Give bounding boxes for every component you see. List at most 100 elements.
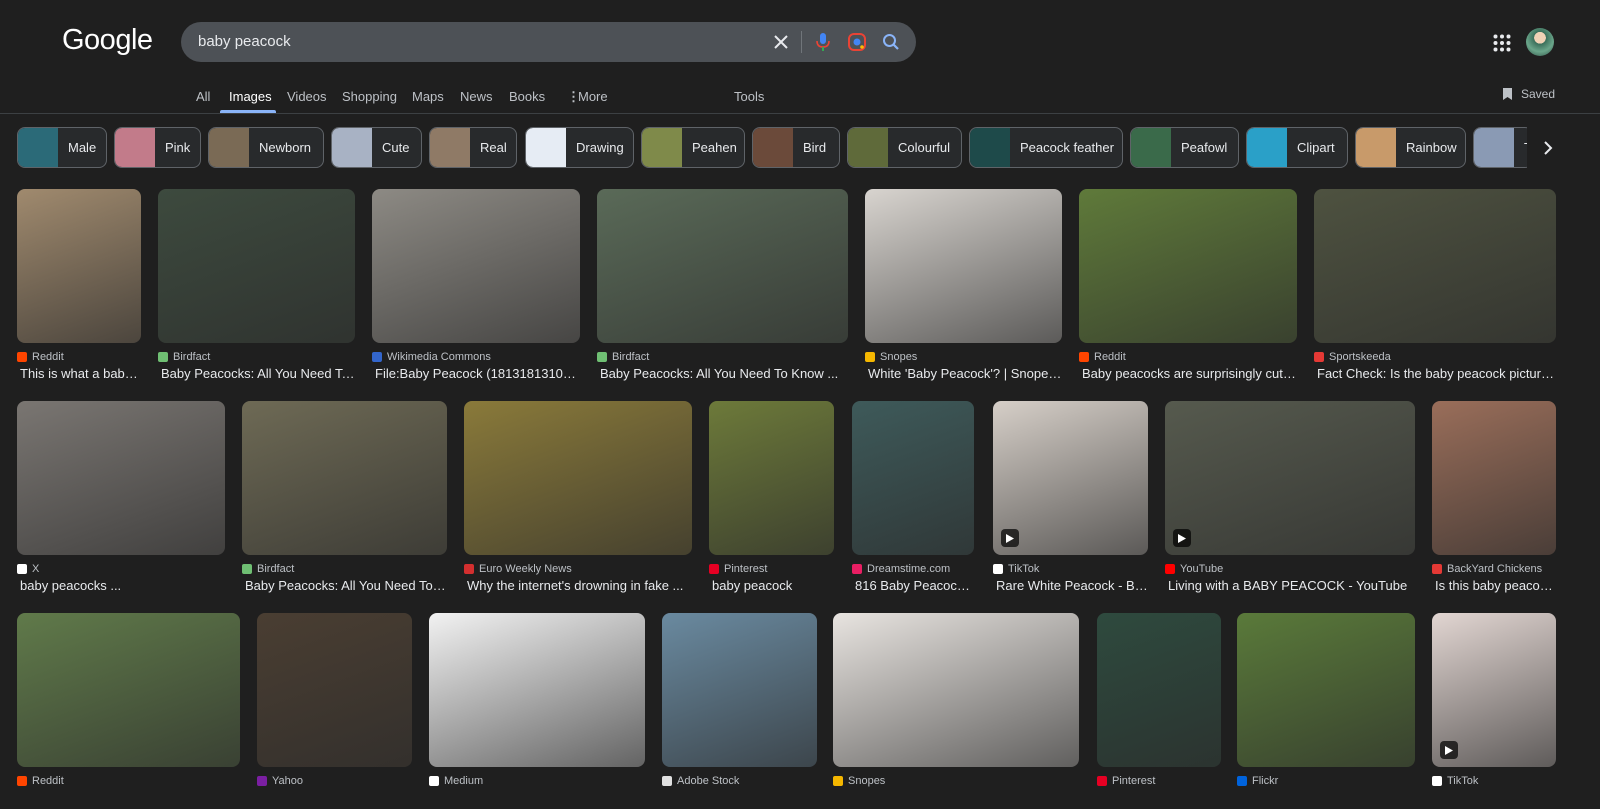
result-title[interactable]: Baby peacocks are surprisingly cute ... (1079, 366, 1297, 381)
result-thumbnail[interactable] (1314, 189, 1556, 343)
result-thumbnail[interactable] (429, 613, 645, 767)
result-source[interactable]: Reddit (1079, 351, 1297, 363)
result-source[interactable]: Reddit (17, 351, 141, 363)
tab-all[interactable]: All (196, 89, 210, 104)
result-source[interactable]: Euro Weekly News (464, 563, 692, 575)
image-result[interactable]: Birdfact Baby Peacocks: All You Need To .… (158, 189, 355, 381)
result-thumbnail[interactable] (662, 613, 817, 767)
result-title[interactable]: baby peacock (709, 578, 834, 593)
result-source[interactable]: Yahoo (257, 775, 412, 787)
image-result[interactable]: Wikimedia Commons File:Baby Peacock (1813… (372, 189, 580, 381)
chip-rainbow[interactable]: Rainbow (1355, 127, 1466, 168)
result-thumbnail[interactable] (993, 401, 1148, 555)
tab-maps[interactable]: Maps (412, 89, 444, 104)
result-thumbnail[interactable] (1432, 613, 1556, 767)
result-source[interactable]: Flickr (1237, 775, 1415, 787)
result-source[interactable]: Pinterest (1097, 775, 1221, 787)
image-result[interactable]: Euro Weekly News Why the internet's drown… (464, 401, 692, 593)
chevron-right-icon[interactable] (1538, 138, 1558, 158)
chip-peacock-feather[interactable]: Peacock feather (969, 127, 1123, 168)
result-title[interactable]: Baby Peacocks: All You Need To K... (242, 578, 447, 593)
result-source[interactable]: Birdfact (597, 351, 848, 363)
result-source[interactable]: Adobe Stock (662, 775, 817, 787)
result-thumbnail[interactable] (1079, 189, 1297, 343)
result-source[interactable]: Sportskeeda (1314, 351, 1556, 363)
tab-news[interactable]: News (460, 89, 493, 104)
result-thumbnail[interactable] (597, 189, 848, 343)
result-title[interactable]: Fact Check: Is the baby peacock picture … (1314, 366, 1556, 381)
image-result[interactable]: Birdfact Baby Peacocks: All You Need To K… (242, 401, 447, 593)
search-input[interactable]: baby peacock (198, 33, 291, 50)
chip-clipart[interactable]: Clipart (1246, 127, 1348, 168)
apps-grid-icon[interactable] (1493, 34, 1511, 52)
result-source[interactable]: BackYard Chickens (1432, 563, 1556, 575)
google-logo[interactable]: Google (62, 24, 153, 57)
tab-tools[interactable]: Tools (734, 89, 764, 104)
result-thumbnail[interactable] (17, 189, 141, 343)
image-result[interactable]: Pinterest baby peacock (709, 401, 834, 593)
chip-t[interactable]: T (1473, 127, 1527, 168)
image-result[interactable]: Birdfact Baby Peacocks: All You Need To K… (597, 189, 848, 381)
result-title[interactable]: Why the internet's drowning in fake ... (464, 578, 692, 593)
result-title[interactable]: Baby Peacocks: All You Need To Know ... (597, 366, 848, 381)
result-thumbnail[interactable] (865, 189, 1062, 343)
image-result[interactable]: Medium (429, 613, 645, 787)
image-result[interactable]: TikTok Rare White Peacock - Bab... (993, 401, 1148, 593)
result-title[interactable]: Rare White Peacock - Bab... (993, 578, 1148, 593)
chip-colourful[interactable]: Colourful (847, 127, 962, 168)
result-source[interactable]: X (17, 563, 225, 575)
image-result[interactable]: Reddit (17, 613, 240, 787)
image-result[interactable]: Dreamstime.com 816 Baby Peacock ... (852, 401, 974, 593)
image-result[interactable]: Xbaby peacocks ... (17, 401, 225, 593)
result-thumbnail[interactable] (1097, 613, 1221, 767)
tab-videos[interactable]: Videos (287, 89, 327, 104)
result-title[interactable]: File:Baby Peacock (18131813108).... (372, 366, 580, 381)
tab-books[interactable]: Books (509, 89, 545, 104)
result-source[interactable]: YouTube (1165, 563, 1415, 575)
result-thumbnail[interactable] (242, 401, 447, 555)
result-thumbnail[interactable] (852, 401, 974, 555)
result-title[interactable]: baby peacocks ... (17, 578, 225, 593)
chip-real[interactable]: Real (429, 127, 517, 168)
chip-bird[interactable]: Bird (752, 127, 840, 168)
saved-link[interactable]: Saved (1502, 87, 1555, 101)
result-source[interactable]: Dreamstime.com (852, 563, 974, 575)
image-result[interactable]: YouTube Living with a BABY PEACOCK - YouT… (1165, 401, 1415, 593)
image-result[interactable]: Reddit Baby peacocks are surprisingly cut… (1079, 189, 1297, 381)
result-source[interactable]: Pinterest (709, 563, 834, 575)
clear-icon[interactable] (767, 28, 795, 56)
search-icon[interactable] (877, 28, 905, 56)
tab-images[interactable]: Images (229, 89, 272, 104)
result-thumbnail[interactable] (709, 401, 834, 555)
image-result[interactable]: BackYard Chickens Is this baby peacoc... (1432, 401, 1556, 593)
result-source[interactable]: TikTok (993, 563, 1148, 575)
result-thumbnail[interactable] (17, 613, 240, 767)
result-source[interactable]: Snopes (833, 775, 1079, 787)
chip-drawing[interactable]: Drawing (525, 127, 634, 168)
image-result[interactable]: Sportskeeda Fact Check: Is the baby peaco… (1314, 189, 1556, 381)
result-thumbnail[interactable] (257, 613, 412, 767)
result-title[interactable]: This is what a baby ... (17, 366, 141, 381)
result-source[interactable]: TikTok (1432, 775, 1556, 787)
image-result[interactable]: TikTok (1432, 613, 1556, 787)
result-title[interactable]: Living with a BABY PEACOCK - YouTube (1165, 578, 1415, 593)
chip-peahen[interactable]: Peahen (641, 127, 745, 168)
result-title[interactable]: Baby Peacocks: All You Need To ... (158, 366, 355, 381)
result-thumbnail[interactable] (17, 401, 225, 555)
microphone-icon[interactable] (809, 28, 837, 56)
chip-newborn[interactable]: Newborn (208, 127, 324, 168)
result-thumbnail[interactable] (1165, 401, 1415, 555)
result-title[interactable]: 816 Baby Peacock ... (852, 578, 974, 593)
image-result[interactable]: Snopes White 'Baby Peacock'? | Snopes ... (865, 189, 1062, 381)
image-result[interactable]: Pinterest (1097, 613, 1221, 787)
result-thumbnail[interactable] (1237, 613, 1415, 767)
result-source[interactable]: Birdfact (242, 563, 447, 575)
tab-more[interactable]: More (578, 89, 608, 104)
result-title[interactable]: Is this baby peacoc... (1432, 578, 1556, 593)
chip-male[interactable]: Male (17, 127, 107, 168)
avatar[interactable] (1526, 28, 1554, 56)
result-source[interactable]: Reddit (17, 775, 240, 787)
result-thumbnail[interactable] (833, 613, 1079, 767)
search-box[interactable]: baby peacock (181, 22, 916, 62)
result-title[interactable]: White 'Baby Peacock'? | Snopes ... (865, 366, 1062, 381)
